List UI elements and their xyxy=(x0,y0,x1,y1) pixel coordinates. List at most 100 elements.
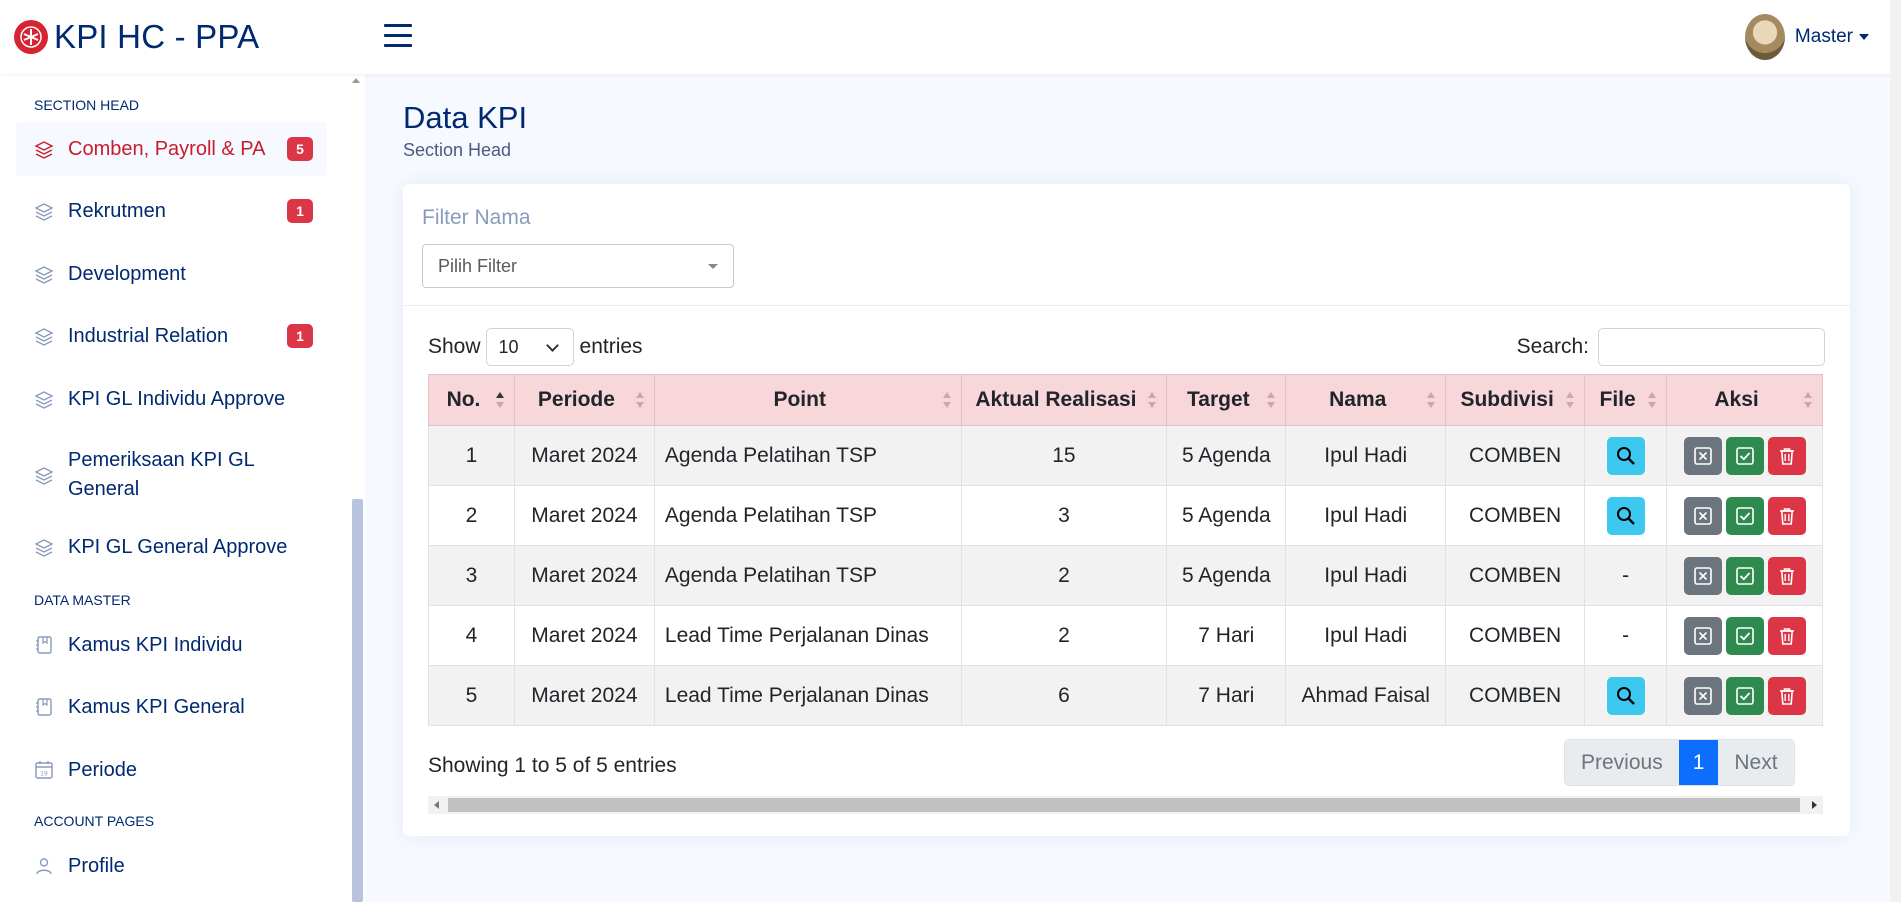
sidebar-item-label: Profile xyxy=(68,854,125,877)
cell-aktual-realisasi: 2 xyxy=(960,545,1168,606)
cell-aksi xyxy=(1666,425,1823,486)
view-file-button[interactable] xyxy=(1606,496,1645,535)
reject-button[interactable] xyxy=(1683,676,1722,715)
view-file-button[interactable] xyxy=(1606,676,1645,715)
delete-button[interactable] xyxy=(1767,436,1806,475)
entries-label: entries xyxy=(579,335,643,358)
sidebar-item-pemeriksaan-kpi-gl-general[interactable]: Pemeriksaan KPI GL General xyxy=(16,442,327,508)
show-label: Show xyxy=(428,335,481,358)
reject-button[interactable] xyxy=(1683,556,1722,595)
scrollbar-thumb[interactable] xyxy=(448,798,1800,812)
count-badge: 5 xyxy=(287,137,313,161)
sidebar-item-kamus-kpi-general[interactable]: Kamus KPI General xyxy=(16,680,327,734)
cell-aktual-realisasi: 6 xyxy=(960,665,1168,726)
sidebar-item-development[interactable]: Development xyxy=(16,247,327,301)
approve-button[interactable] xyxy=(1725,496,1764,535)
cell-no: 5 xyxy=(428,665,515,726)
pagination-next[interactable]: Next xyxy=(1718,740,1794,785)
kpi-table: No. Periode Point Aktual Realisasi Targe… xyxy=(428,374,1823,726)
user-menu[interactable]: Master xyxy=(1744,14,1869,60)
scroll-left-arrow-icon[interactable] xyxy=(434,801,439,809)
cell-nama: Ipul Hadi xyxy=(1285,485,1447,546)
search-input[interactable] xyxy=(1598,328,1825,366)
count-badge: 1 xyxy=(287,199,313,223)
entries-length-select[interactable]: 10 xyxy=(485,328,574,366)
column-header-no[interactable]: No. xyxy=(428,374,515,426)
caret-down-icon xyxy=(1859,34,1869,40)
no-file-text: - xyxy=(1622,623,1630,647)
sidebar-item-industrial-relation[interactable]: Industrial Relation 1 xyxy=(16,309,327,363)
column-header-file[interactable]: File xyxy=(1584,374,1668,426)
table-horizontal-scrollbar[interactable] xyxy=(428,796,1823,814)
column-header-point[interactable]: Point xyxy=(653,374,962,426)
sidebar-item-kamus-kpi-individu[interactable]: Kamus KPI Individu xyxy=(16,618,327,672)
delete-button[interactable] xyxy=(1767,676,1806,715)
no-file-text: - xyxy=(1622,563,1630,587)
cell-no: 4 xyxy=(428,605,515,666)
sort-icon xyxy=(1566,392,1575,408)
sort-icon xyxy=(942,392,951,408)
reject-button[interactable] xyxy=(1683,616,1722,655)
page-subtitle: Section Head xyxy=(403,140,512,160)
filter-label: Filter Nama xyxy=(422,206,531,229)
table-info: Showing 1 to 5 of 5 entries xyxy=(428,754,677,777)
cell-target: 5 Agenda xyxy=(1166,545,1287,606)
cell-no: 3 xyxy=(428,545,515,606)
sidebar-scrollbar[interactable] xyxy=(352,499,363,902)
filter-name-select[interactable]: Pilih Filter xyxy=(422,244,734,288)
approve-button[interactable] xyxy=(1725,556,1764,595)
scroll-right-arrow-icon[interactable] xyxy=(1812,801,1817,809)
brand[interactable]: KPI HC - PPA xyxy=(14,18,259,56)
column-header-subdivisi[interactable]: Subdivisi xyxy=(1445,374,1586,426)
search-label: Search: xyxy=(1516,335,1589,358)
column-header-aksi[interactable]: Aksi xyxy=(1666,374,1823,426)
avatar xyxy=(1744,14,1785,60)
layers-icon xyxy=(34,328,54,346)
sidebar-item-comben[interactable]: Comben, Payroll & PA 5 xyxy=(16,122,327,176)
sidebar-item-label: Kamus KPI General xyxy=(68,695,245,718)
sidebar-item-rekrutmen[interactable]: Rekrutmen 1 xyxy=(16,184,327,238)
journal-icon xyxy=(36,698,52,716)
column-header-target[interactable]: Target xyxy=(1166,374,1287,426)
delete-button[interactable] xyxy=(1767,616,1806,655)
pagination-page-1[interactable]: 1 xyxy=(1678,740,1719,785)
approve-button[interactable] xyxy=(1725,616,1764,655)
cell-file: - xyxy=(1584,605,1668,666)
scroll-up-arrow-icon[interactable] xyxy=(352,78,360,83)
sidebar-item-kpi-gl-general-approve[interactable]: KPI GL General Approve xyxy=(16,520,327,574)
entries-length-control: Show 10 entries xyxy=(428,328,643,366)
delete-button[interactable] xyxy=(1767,496,1806,535)
view-file-button[interactable] xyxy=(1606,436,1645,475)
column-header-periode[interactable]: Periode xyxy=(513,374,655,426)
delete-button[interactable] xyxy=(1767,556,1806,595)
menu-toggle-icon[interactable] xyxy=(384,24,412,50)
layers-icon xyxy=(34,539,54,557)
cell-periode: Maret 2024 xyxy=(513,545,655,606)
approve-button[interactable] xyxy=(1725,436,1764,475)
sidebar-item-profile[interactable]: Profile xyxy=(16,839,327,893)
cell-aksi xyxy=(1666,665,1823,726)
column-header-nama[interactable]: Nama xyxy=(1285,374,1447,426)
pagination: Previous 1 Next xyxy=(1564,739,1795,786)
sort-icon xyxy=(1267,392,1276,408)
cell-subdivisi: COMBEN xyxy=(1445,545,1586,606)
column-header-aktual-realisasi[interactable]: Aktual Realisasi xyxy=(960,374,1168,426)
layers-icon xyxy=(34,141,54,159)
page-scrollbar[interactable] xyxy=(1890,0,1901,902)
cell-target: 5 Agenda xyxy=(1166,485,1287,546)
person-icon xyxy=(36,858,52,875)
sidebar-item-periode[interactable]: 19 Periode xyxy=(16,743,327,797)
sidebar-item-label: KPI GL Individu Approve xyxy=(68,387,286,410)
approve-button[interactable] xyxy=(1725,676,1764,715)
pagination-previous[interactable]: Previous xyxy=(1565,740,1679,785)
length-value: 10 xyxy=(498,337,519,357)
sidebar-item-kpi-gl-individu-approve[interactable]: KPI GL Individu Approve xyxy=(16,372,327,426)
cell-nama: Ipul Hadi xyxy=(1285,545,1447,606)
reject-button[interactable] xyxy=(1683,496,1722,535)
cell-periode: Maret 2024 xyxy=(513,485,655,546)
reject-button[interactable] xyxy=(1683,436,1722,475)
cell-subdivisi: COMBEN xyxy=(1445,485,1586,546)
sort-icon xyxy=(635,392,644,408)
sort-icon xyxy=(1804,392,1812,408)
svg-text:19: 19 xyxy=(40,771,48,778)
